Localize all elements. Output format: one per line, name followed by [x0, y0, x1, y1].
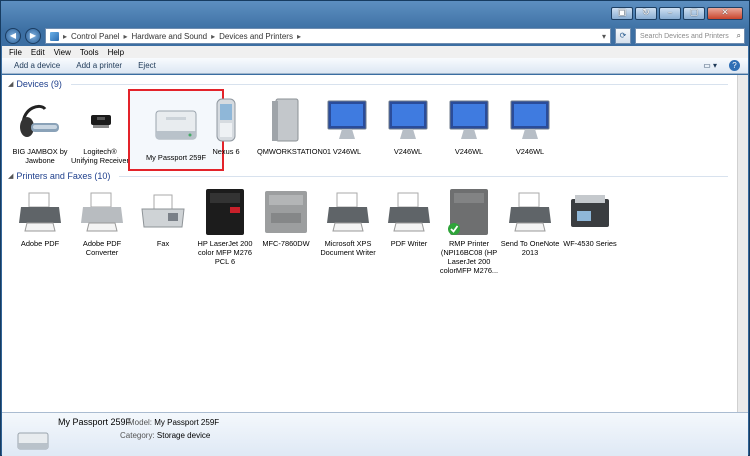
mfp-gray-icon: [261, 187, 311, 237]
restore-icon[interactable]: ↻: [635, 7, 657, 20]
back-button[interactable]: ◀: [5, 28, 21, 44]
headset-icon: [15, 95, 65, 145]
forward-button[interactable]: ▶: [25, 28, 41, 44]
inkjet-icon: [565, 187, 615, 237]
device-item[interactable]: V246WL: [500, 95, 560, 156]
devices-group-header[interactable]: ◢ Devices (9): [8, 79, 728, 89]
printer-item[interactable]: HP LaserJet 200 color MFP M276 PCL 6: [195, 187, 255, 266]
printer-icon: [384, 187, 434, 237]
caption-buttons: ▣ ↻ – ▢ ✕: [611, 7, 743, 20]
search-input[interactable]: Search Devices and Printers ⌕: [635, 28, 745, 44]
printer-icon: [505, 187, 555, 237]
menu-help[interactable]: Help: [108, 48, 124, 57]
device-view: ◢ Devices (9) BIG JAMBOX by Jawbone Logi…: [2, 75, 737, 412]
address-row: ◀ ▶ ▸ Control Panel ▸ Hardware and Sound…: [5, 28, 745, 44]
phone-icon: [201, 95, 251, 145]
device-item[interactable]: V246WL: [439, 95, 499, 156]
add-device-button[interactable]: Add a device: [14, 61, 60, 70]
device-item[interactable]: Logitech® Unifying Receiver: [70, 95, 130, 165]
device-item[interactable]: BIG JAMBOX by Jawbone: [10, 95, 70, 165]
scrollbar[interactable]: [737, 75, 748, 412]
mfp-black-icon: [200, 187, 250, 237]
command-bar: Add a device Add a printer Eject ▭ ▾ ?: [2, 58, 748, 74]
menu-file[interactable]: File: [9, 48, 22, 57]
printer-item[interactable]: WF-4530 Series: [560, 187, 620, 248]
details-pane: My Passport 259F Model: My Passport 259F…: [2, 412, 748, 456]
refresh-button[interactable]: ⟳: [615, 28, 631, 44]
help-icon[interactable]: ?: [729, 60, 740, 71]
printer-icon: [15, 187, 65, 237]
fax-icon: [138, 187, 188, 237]
device-item[interactable]: V246WL: [317, 95, 377, 156]
details-category: Category: Storage device: [120, 431, 211, 440]
add-printer-button[interactable]: Add a printer: [76, 61, 122, 70]
search-icon[interactable]: ⌕: [737, 31, 741, 41]
breadcrumb-devices-and-printers[interactable]: Devices and Printers: [219, 32, 293, 41]
printers-group-header[interactable]: ◢ Printers and Faxes (10): [8, 171, 728, 181]
details-device-name: My Passport 259F: [58, 417, 132, 427]
menu-edit[interactable]: Edit: [31, 48, 45, 57]
collapse-icon[interactable]: ◢: [8, 80, 13, 88]
printer-item[interactable]: MFC-7860DW: [256, 187, 316, 248]
printer-icon: [77, 187, 127, 237]
monitor-icon: [505, 95, 555, 145]
details-model: Model: My Passport 259F: [128, 418, 220, 427]
printer-item[interactable]: Send To OneNote 2013: [500, 187, 560, 257]
device-item[interactable]: V246WL: [378, 95, 438, 156]
monitor-icon: [444, 95, 494, 145]
printer-icon: [323, 187, 373, 237]
device-item[interactable]: Nexus 6: [196, 95, 256, 156]
external-drive-icon: [16, 431, 50, 453]
minimize-button[interactable]: –: [659, 7, 681, 20]
eject-button[interactable]: Eject: [138, 61, 156, 70]
control-panel-icon: [50, 31, 59, 41]
printer-item[interactable]: RMP Printer (NPI16BC08 (HP LaserJet 200 …: [439, 187, 499, 275]
mfp-default-icon: [444, 187, 494, 237]
printer-item[interactable]: Microsoft XPS Document Writer: [318, 187, 378, 257]
chevron-down-icon[interactable]: ▾: [602, 32, 606, 41]
device-item[interactable]: QMWORKSTATION01: [257, 95, 331, 156]
collapse-icon[interactable]: ◢: [8, 172, 13, 180]
snap-icon[interactable]: ▣: [611, 7, 633, 20]
maximize-button[interactable]: ▢: [683, 7, 705, 20]
breadcrumb-control-panel[interactable]: Control Panel: [71, 32, 119, 41]
usb-receiver-icon: [75, 95, 125, 145]
monitor-icon: [383, 95, 433, 145]
menu-view[interactable]: View: [54, 48, 71, 57]
address-bar[interactable]: ▸ Control Panel ▸ Hardware and Sound ▸ D…: [45, 28, 611, 44]
printer-item[interactable]: PDF Writer: [379, 187, 439, 248]
menu-bar: File Edit View Tools Help: [2, 46, 748, 58]
monitor-icon: [322, 95, 372, 145]
devices-and-printers-window: ▣ ↻ – ▢ ✕ ◀ ▶ ▸ Control Panel ▸ Hardware…: [0, 0, 750, 456]
printer-item[interactable]: Adobe PDF: [10, 187, 70, 248]
change-view-icon[interactable]: ▭ ▾: [703, 61, 717, 70]
printer-item[interactable]: Adobe PDF Converter: [72, 187, 132, 257]
breadcrumb-hardware-and-sound[interactable]: Hardware and Sound: [132, 32, 208, 41]
computer-tower-icon: [262, 95, 312, 145]
title-bar[interactable]: ▣ ↻ – ▢ ✕: [1, 1, 749, 25]
printer-item[interactable]: Fax: [133, 187, 193, 248]
close-button[interactable]: ✕: [707, 7, 743, 20]
menu-tools[interactable]: Tools: [80, 48, 99, 57]
